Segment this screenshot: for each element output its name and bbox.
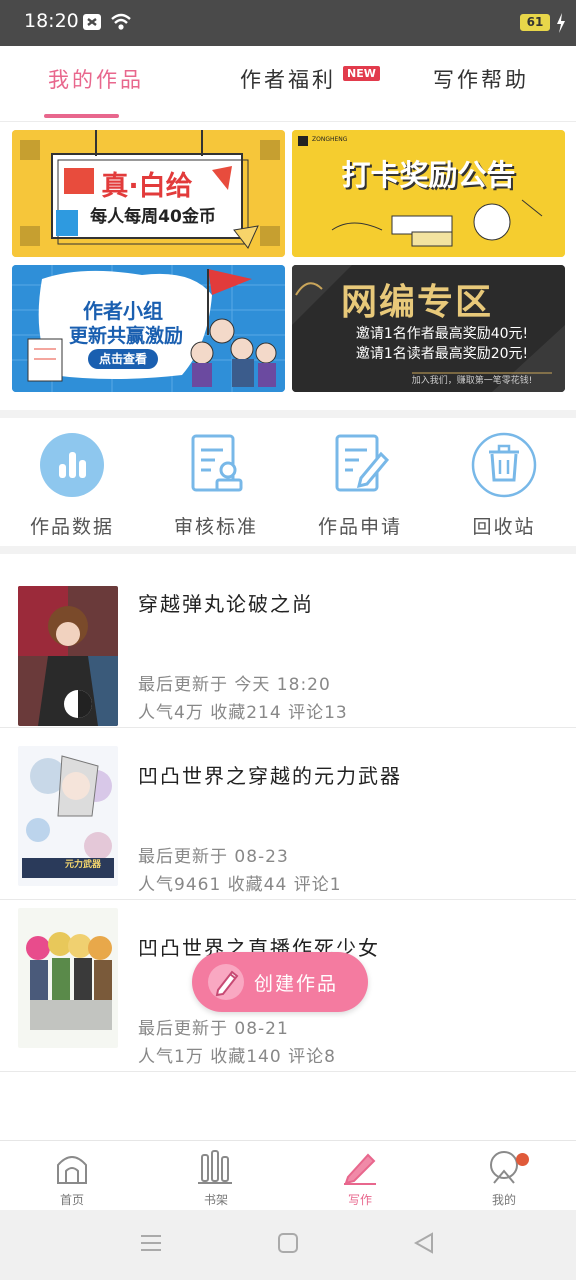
work-last-updated: 最后更新于 08-21 [138,1019,289,1039]
system-nav-bar [0,1210,576,1280]
banner-author-group-button[interactable]: 点击查看 [88,349,158,369]
nav-writing[interactable]: 写作 [320,1149,400,1208]
banner-author-group-title: 作者小组 [83,299,163,323]
bottom-nav: 首页 书架 写作 我的 [0,1140,576,1210]
battery-level: 61 [526,15,544,29]
pen-icon [344,1153,376,1185]
banner-editor-zone-line3: 加入我们，赚取第一笔零花钱! [411,376,533,386]
list-item[interactable]: 穿越弹丸论破之尚 最后更新于 今天 18:20 人气4万 收藏214 评论13 [0,556,576,728]
cover-caption: 元力武器 [64,860,101,870]
nav-bookshelf-label: 书架 [203,1193,228,1207]
work-stats: 人气9461 收藏44 评论1 [138,875,342,895]
work-last-updated: 最后更新于 08-23 [138,847,289,867]
create-work-button[interactable]: 创建作品 [192,952,368,1012]
home-icon [57,1156,87,1184]
banner-author-group[interactable]: 作者小组 更新共赢激励 点击查看 [12,265,285,392]
work-title: 穿越弹丸论破之尚 [138,592,314,616]
quick-actions: 作品数据 审核标准 作品申请 回收站 [0,418,576,546]
nav-profile[interactable]: 我的 [464,1149,544,1208]
banner-editor-zone-title: 网编专区 [340,282,493,323]
bookshelf-icon [198,1150,232,1184]
banner-author-group-subtitle: 更新共赢激励 [68,325,183,347]
nav-home[interactable]: 首页 [32,1149,112,1208]
nav-writing-label: 写作 [347,1193,372,1207]
tab-writing-help[interactable]: 写作帮助 [433,64,529,94]
notification-dot [516,1153,529,1166]
action-work-application-label: 作品申请 [317,516,402,538]
status-time: 18:20 [24,10,79,32]
list-item[interactable]: 元力武器 凹凸世界之穿越的元力武器 最后更新于 08-23 人气9461 收藏4… [0,728,576,900]
work-title: 凹凸世界之穿越的元力武器 [138,764,402,788]
action-recycle-bin-label: 回收站 [472,516,536,538]
pencil-icon [208,964,244,1000]
document-stamp-icon [191,434,243,492]
banner-weekly-coins-subtitle: 每人每周40金币 [90,207,216,227]
tab-my-works[interactable]: 我的作品 [48,64,144,94]
battery-icon: 61 [520,14,550,31]
action-work-application[interactable]: 作品申请 [300,432,420,539]
back-icon[interactable] [413,1232,435,1254]
banner-checkin-title: 打卡奖励公告 [341,158,516,192]
banner-checkin-rewards[interactable]: ZONGHENG 打卡奖励公告 [292,130,565,257]
tab-author-benefits[interactable]: 作者福利 [240,64,336,94]
top-tabs: 我的作品 作者福利 NEW 写作帮助 [0,46,576,122]
banner-editor-zone-line1: 邀请1名作者最高奖励40元! [355,326,529,342]
work-stats: 人气1万 收藏140 评论8 [138,1047,336,1067]
banner-editor-zone[interactable]: 网编专区 邀请1名作者最高奖励40元! 邀请1名读者最高奖励20元! 加入我们，… [292,265,565,392]
book-cover [18,586,118,726]
home-square-icon[interactable] [277,1232,299,1254]
menu-icon[interactable] [140,1232,162,1254]
action-review-standards[interactable]: 审核标准 [156,432,276,539]
action-work-data[interactable]: 作品数据 [12,432,132,539]
banner-weekly-coins-title: 真·白给 [101,171,193,202]
section-divider [0,546,576,554]
wifi-icon [111,13,131,30]
banner-grid: 真·白给 每人每周40金币 ZONGHENG 打卡奖励公告 作者小组 更新共赢激… [0,122,576,410]
charging-icon [557,13,565,33]
banner-weekly-coins[interactable]: 真·白给 每人每周40金币 [12,130,285,257]
action-review-standards-label: 审核标准 [173,516,258,538]
book-cover [18,908,118,1048]
edit-document-icon [335,434,390,492]
new-badge: NEW [343,66,380,81]
status-bar: 18:20 61 [0,0,576,46]
action-work-data-label: 作品数据 [29,516,114,538]
banner-checkin-brand: ZONGHENG [312,136,348,143]
work-last-updated: 最后更新于 今天 18:20 [138,675,331,695]
trash-icon [471,432,537,498]
create-work-label: 创建作品 [254,973,339,995]
action-recycle-bin[interactable]: 回收站 [444,432,564,539]
nav-bookshelf[interactable]: 书架 [176,1149,256,1208]
work-stats: 人气4万 收藏214 评论13 [138,703,348,723]
banner-editor-zone-line2: 邀请1名读者最高奖励20元! [355,346,529,362]
notification-icon [83,14,101,30]
tab-active-indicator [44,114,119,118]
nav-profile-label: 我的 [491,1193,516,1207]
bar-chart-icon [40,433,104,497]
section-divider [0,410,576,418]
nav-home-label: 首页 [59,1193,84,1207]
